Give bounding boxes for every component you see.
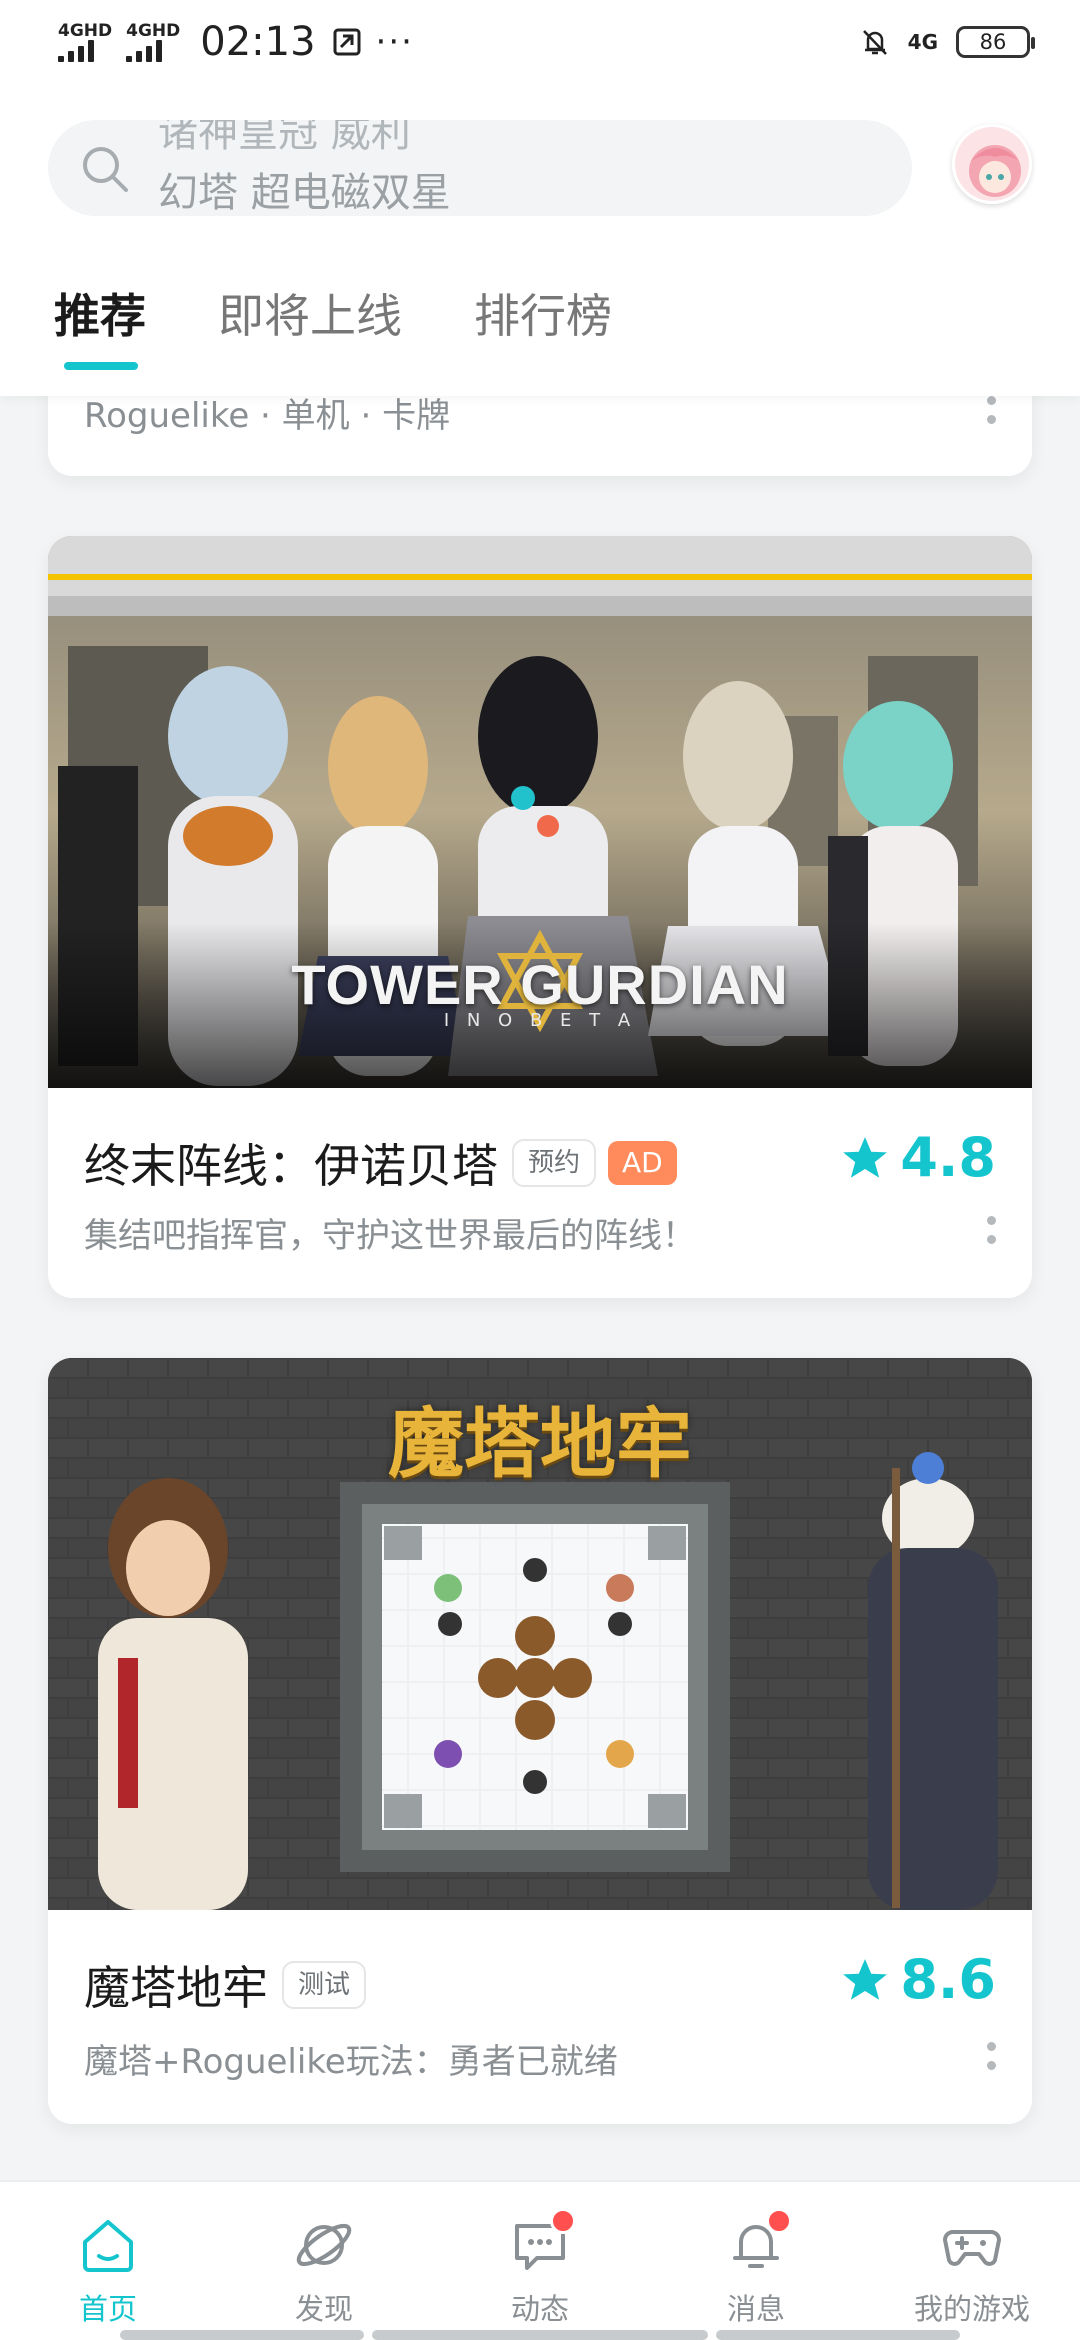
game-title[interactable]: 魔塔地牢	[84, 1952, 268, 2018]
game-banner[interactable]: 魔塔地牢	[48, 1358, 1032, 1910]
gesture-bar	[372, 2330, 708, 2340]
more-options-icon[interactable]	[987, 1216, 996, 1244]
messages-notification-dot	[766, 2208, 792, 2234]
tab-recommend[interactable]: 推荐	[54, 280, 146, 346]
star-icon	[843, 1958, 888, 2000]
search-icon	[83, 147, 128, 192]
nav-my-games[interactable]: 我的游戏	[864, 2182, 1080, 2340]
ad-badge: AD	[608, 1141, 677, 1185]
home-icon	[83, 2220, 133, 2272]
game-card[interactable]: 魔塔地牢 魔塔地牢 测试 8.6 魔塔+Roguelike玩法：勇者已就绪	[48, 1358, 1032, 2124]
gesture-bar	[716, 2330, 960, 2340]
sync-icon	[333, 28, 361, 56]
feed-notification-dot	[550, 2208, 576, 2234]
signal-bars-icon	[126, 40, 163, 62]
tab-indicator	[64, 362, 138, 370]
network-label-1: 4GHD	[58, 21, 113, 41]
game-banner[interactable]: TOWER GURDIAN I N O B E T A	[48, 536, 1032, 1088]
network-4g-label: 4G	[907, 30, 938, 54]
planet-icon	[296, 2223, 352, 2267]
search-bar[interactable]: 诸神皇冠 威利 幻塔 超电磁双星	[48, 120, 912, 216]
tab-upcoming[interactable]: 即将上线	[218, 280, 402, 346]
network-label-2: 4GHD	[126, 21, 181, 41]
game-rating: 8.6	[840, 1948, 996, 2011]
rating-value: 8.6	[900, 1948, 996, 2011]
banner-logo: TOWER GURDIAN	[291, 953, 789, 1016]
battery-icon: 86	[956, 26, 1035, 58]
test-badge: 测试	[282, 1961, 367, 2009]
banner-logo-sub: I N O B E T A	[443, 1010, 637, 1031]
game-card[interactable]: TOWER GURDIAN I N O B E T A 终末阵线：伊诺贝塔 预约…	[48, 536, 1032, 1298]
game-rating: 4.8	[840, 1126, 996, 1189]
top-header: 诸神皇冠 威利 幻塔 超电磁双星 推荐 即将上线 排行榜	[0, 84, 1080, 396]
banner-logo: 魔塔地牢	[388, 1399, 692, 1488]
bottom-nav: 首页 发现 动态 消息 我的游戏	[0, 2180, 1080, 2340]
star-icon	[843, 1136, 888, 1178]
avatar[interactable]	[952, 124, 1032, 204]
game-title-row: 终末阵线：伊诺贝塔 预约 AD	[84, 1130, 677, 1196]
tab-bar: 推荐 即将上线 排行榜	[54, 280, 612, 346]
nav-messages-label: 消息	[726, 2292, 785, 2326]
game-description: 魔塔+Roguelike玩法：勇者已就绪	[84, 2042, 618, 2082]
more-status-icon: ···	[375, 22, 414, 62]
game-title-row: 魔塔地牢 测试	[84, 1952, 367, 2018]
nav-discover-label: 发现	[294, 2292, 353, 2326]
status-bar: 4GHD 4GHD 02:13 ··· 4G 86	[0, 0, 1080, 84]
gamepad-icon	[943, 2230, 1001, 2266]
search-previous-suggestion: 诸神皇冠 威利	[158, 120, 411, 156]
nav-my-games-label: 我的游戏	[913, 2292, 1030, 2326]
nav-feed[interactable]: 动态	[432, 2182, 648, 2340]
reserve-badge: 预约	[512, 1139, 597, 1187]
signal-2: 4GHD	[126, 22, 180, 62]
clock: 02:13	[200, 19, 316, 65]
signal-1: 4GHD	[58, 22, 112, 62]
search-input[interactable]: 幻塔 超电磁双星	[158, 160, 451, 216]
nav-feed-label: 动态	[510, 2292, 569, 2326]
battery-level: 86	[979, 30, 1007, 54]
game-description: 集结吧指挥官，守护这世界最后的阵线！	[84, 1216, 696, 1256]
nav-home-label: 首页	[78, 2292, 137, 2326]
tab-rankings[interactable]: 排行榜	[474, 280, 612, 346]
avatar-image	[955, 127, 1029, 201]
mute-bell-icon	[862, 30, 887, 55]
signal-bars-icon	[58, 40, 94, 62]
nav-discover[interactable]: 发现	[216, 2182, 432, 2340]
more-options-icon[interactable]	[987, 2042, 996, 2070]
nav-messages[interactable]: 消息	[648, 2182, 864, 2340]
more-options-icon[interactable]	[987, 396, 996, 424]
game-title[interactable]: 终末阵线：伊诺贝塔	[84, 1130, 498, 1196]
nav-home[interactable]: 首页	[0, 2182, 216, 2340]
rating-value: 4.8	[900, 1126, 996, 1189]
gesture-bar	[120, 2330, 364, 2340]
